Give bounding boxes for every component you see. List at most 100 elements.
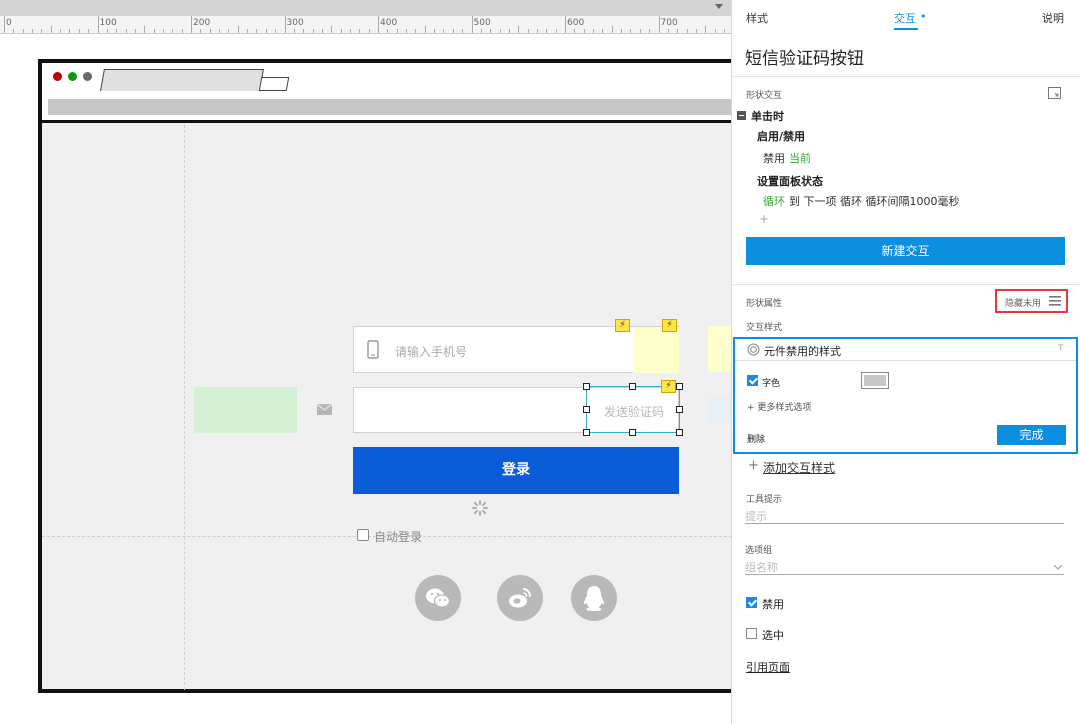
qq-icon <box>584 586 604 611</box>
ruler-tick <box>639 29 641 33</box>
green-sticky-shape[interactable] <box>194 387 297 433</box>
divider <box>732 76 1080 77</box>
ruler-label: 600 <box>567 18 585 28</box>
design-canvas[interactable]: 0 100 200 300 400 500 600 700 请输入手机号 ⚡ ⚡ <box>0 0 731 724</box>
ruler-tick <box>237 26 239 33</box>
action-target-current[interactable]: 当前 <box>789 150 811 166</box>
ruler-tick <box>116 29 118 33</box>
disabled-style-title: 元件禁用的样式 <box>764 345 841 358</box>
action-enable-disable[interactable]: 启用/禁用 <box>757 128 805 144</box>
ruler-tick <box>462 29 464 33</box>
new-interaction-button[interactable]: 新建交互 <box>746 237 1065 265</box>
login-button[interactable]: 登录 <box>353 447 679 494</box>
qq-login-button[interactable] <box>571 575 617 621</box>
ruler-tick <box>602 29 604 33</box>
browser-newtab-shape <box>258 77 290 91</box>
ruler-label: 700 <box>660 18 678 28</box>
ruler-tick <box>387 29 389 33</box>
delete-style-link[interactable]: 删除 <box>747 432 765 445</box>
ruler-tick <box>434 29 436 33</box>
target-icon <box>747 343 760 356</box>
ruler-tick <box>284 16 286 33</box>
font-color-swatch[interactable] <box>861 372 889 389</box>
lightning-icon[interactable]: ⚡ <box>662 319 677 332</box>
hide-unused-toggle[interactable]: 隐藏未用 <box>995 289 1068 313</box>
tooltip-input[interactable]: 提示 <box>745 508 1064 524</box>
weibo-login-button[interactable] <box>497 575 543 621</box>
ruler-tick <box>106 29 108 33</box>
tab-notes[interactable]: 说明 <box>1042 10 1064 26</box>
chevron-down-icon <box>1054 565 1062 570</box>
style-box-header[interactable]: 元件禁用的样式 T <box>735 339 1076 361</box>
ruler-tick <box>247 29 249 33</box>
event-on-click[interactable]: 单击时 <box>751 108 784 124</box>
resize-handle[interactable] <box>676 429 683 436</box>
tab-style[interactable]: 样式 <box>746 10 768 26</box>
lightning-icon[interactable]: ⚡ <box>615 319 630 332</box>
add-interaction-style-link[interactable]: 添加交互样式 <box>763 459 835 476</box>
ruler-label: 100 <box>99 18 117 28</box>
ruler-tick <box>172 29 174 33</box>
divider <box>732 284 1080 285</box>
selected-checkbox-label: 选中 <box>762 629 784 642</box>
shape-props-label: 形状属性 <box>746 299 783 309</box>
ruler-tick <box>209 29 211 33</box>
chevron-down-icon[interactable] <box>715 4 723 9</box>
selected-checkbox[interactable] <box>746 628 757 639</box>
yellow-note <box>633 327 679 373</box>
ruler-tick <box>452 29 454 33</box>
action-loop-label[interactable]: 循环 <box>763 193 785 209</box>
browser-chrome <box>42 63 731 123</box>
action-set-panel-state[interactable]: 设置面板状态 <box>757 173 823 189</box>
ruler-label: 500 <box>473 18 491 28</box>
phone-input[interactable]: 请输入手机号 <box>353 326 679 373</box>
lightning-icon[interactable]: ⚡ <box>661 380 676 393</box>
more-style-options-link[interactable]: + 更多样式选项 <box>747 400 811 413</box>
done-button[interactable]: 完成 <box>997 425 1066 445</box>
ruler-tick <box>378 16 379 33</box>
window-close-dot <box>53 72 62 81</box>
yellow-sticky-shape-edge[interactable] <box>708 326 731 372</box>
ruler-tick <box>134 29 136 33</box>
ruler-tick <box>265 29 267 33</box>
add-action-plus[interactable]: + <box>759 212 769 226</box>
tooltip-placeholder: 提示 <box>745 510 767 523</box>
ruler-tick <box>667 29 669 33</box>
action-detail-disable[interactable]: 禁用 <box>763 150 785 166</box>
group-name-placeholder: 组名称 <box>745 561 778 574</box>
address-bar-shape <box>48 99 731 115</box>
ruler-tick <box>293 29 295 33</box>
option-group-select[interactable]: 组名称 <box>745 559 1064 575</box>
ruler-tick <box>536 29 538 33</box>
resize-handle[interactable] <box>583 406 590 413</box>
ruler-tick <box>13 29 15 33</box>
disabled-checkbox[interactable] <box>746 597 757 608</box>
reference-page-link[interactable]: 引用页面 <box>746 659 790 675</box>
tab-interaction[interactable]: 交互 <box>894 10 916 26</box>
send-code-button[interactable]: 发送验证码 <box>586 386 680 433</box>
ruler-label: 200 <box>193 18 211 28</box>
blue-sticky-shape-edge[interactable] <box>708 396 731 424</box>
ruler-tick <box>518 26 520 33</box>
browser-mockup-frame[interactable] <box>38 59 731 693</box>
resize-handle[interactable] <box>583 429 590 436</box>
action-loop-detail[interactable]: 到 下一项 循环 循环间隔1000毫秒 <box>789 193 959 209</box>
plus-icon: + <box>748 458 759 473</box>
wechat-login-button[interactable] <box>415 575 461 621</box>
collapse-icon[interactable] <box>737 111 746 120</box>
loading-spinner-icon <box>472 500 488 516</box>
interaction-styles-label: 交互样式 <box>746 323 783 333</box>
auto-login-checkbox[interactable] <box>357 529 369 541</box>
ruler-tick <box>546 29 548 33</box>
resize-handle[interactable] <box>676 383 683 390</box>
ruler-tick <box>69 29 71 33</box>
resize-handle[interactable] <box>629 383 636 390</box>
resize-handle[interactable] <box>583 383 590 390</box>
font-color-checkbox[interactable] <box>747 375 758 386</box>
ruler-tick <box>415 29 417 33</box>
inspector-panel: 样式 交互 • 说明 短信验证码按钮 形状交互 单击时 启用/禁用 禁用 当前 … <box>731 0 1080 724</box>
ruler-tick <box>191 16 192 33</box>
resize-handle[interactable] <box>676 406 683 413</box>
expand-popout-icon[interactable] <box>1048 87 1061 99</box>
resize-handle[interactable] <box>629 429 636 436</box>
